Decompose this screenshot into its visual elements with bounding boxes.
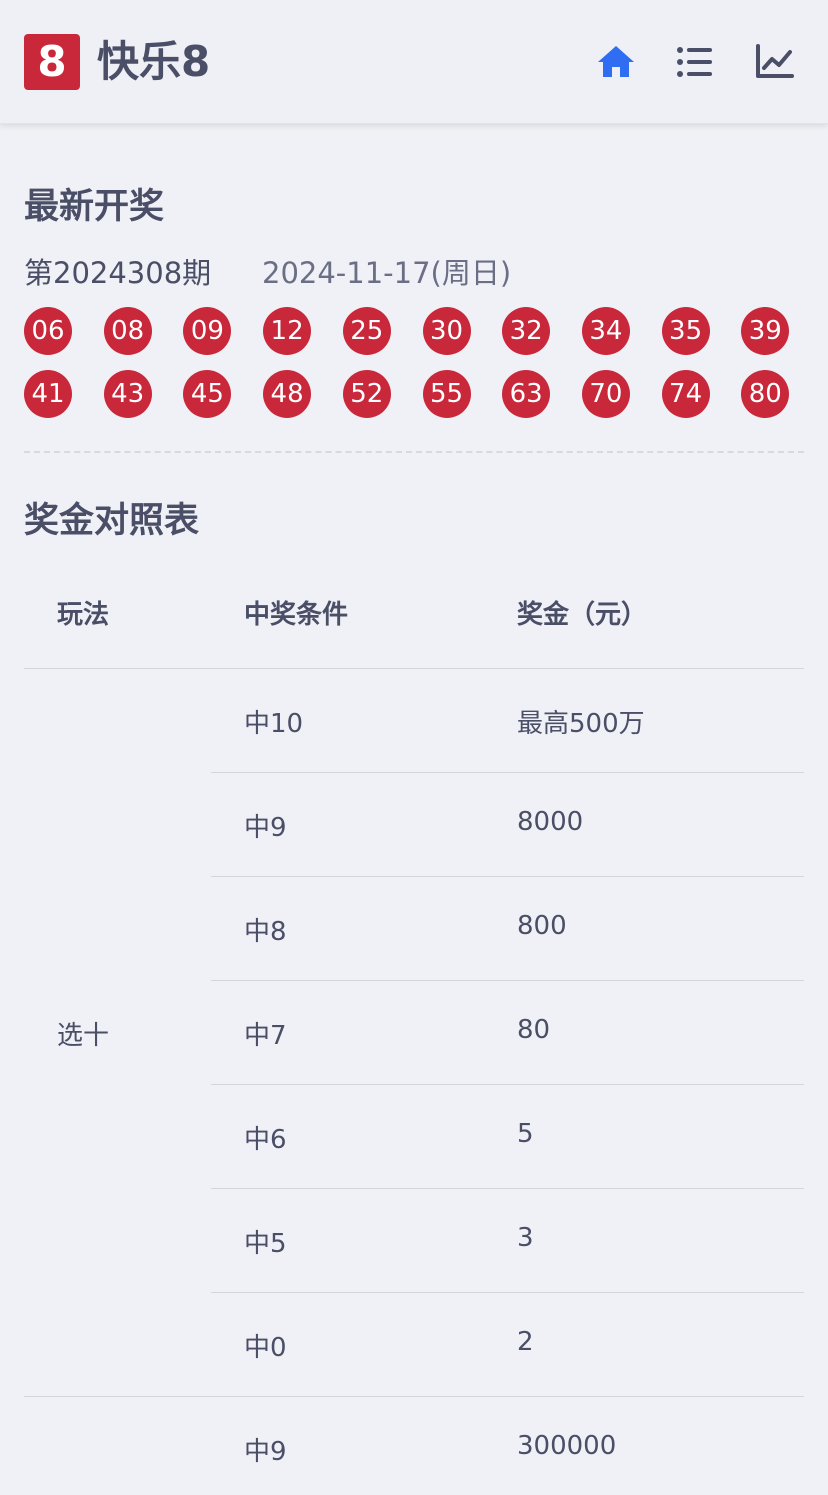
- number-ball: 09: [183, 307, 232, 355]
- list-icon[interactable]: [674, 42, 714, 82]
- home-icon[interactable]: [596, 42, 636, 82]
- row-divider: [211, 772, 804, 773]
- condition-cell: 中0: [244, 1333, 287, 1363]
- app-title: 快乐8: [97, 37, 211, 86]
- number-ball: 41: [24, 370, 72, 418]
- prize-cell: 8000: [517, 807, 584, 837]
- number-ball: 06: [24, 307, 72, 355]
- number-ball: 48: [263, 370, 312, 418]
- condition-cell: 中5: [244, 1229, 287, 1259]
- number-ball: 34: [581, 307, 630, 355]
- chart-icon[interactable]: [754, 42, 794, 82]
- row-divider: [24, 1396, 804, 1397]
- row-divider: [211, 1188, 804, 1189]
- issue-number: 第2024308期: [24, 256, 212, 290]
- condition-cell: 中8: [244, 917, 287, 947]
- number-ball: 35: [661, 307, 710, 355]
- prize-cell: 300000: [517, 1431, 617, 1461]
- app-header: 8 快乐8: [0, 0, 828, 124]
- prize-cell: 80: [517, 1015, 551, 1045]
- prize-table-title: 奖金对照表: [24, 501, 200, 541]
- play-cell: 选十: [57, 1021, 110, 1051]
- header-prize: 奖金（元）: [517, 600, 648, 630]
- prize-cell: 3: [517, 1223, 534, 1253]
- number-ball: 25: [342, 307, 391, 355]
- number-ball: 12: [263, 307, 312, 355]
- number-ball: 39: [741, 307, 790, 355]
- condition-cell: 中7: [244, 1021, 287, 1051]
- number-ball: 70: [581, 370, 630, 418]
- prize-cell: 2: [517, 1327, 534, 1357]
- number-ball: 55: [422, 370, 471, 418]
- prize-cell: 最高500万: [517, 709, 645, 739]
- draw-date: 2024-11-17(周日): [262, 256, 512, 290]
- row-divider: [211, 1292, 804, 1293]
- row-divider: [24, 668, 804, 669]
- number-ball: 30: [422, 307, 471, 355]
- app-logo: 8: [24, 34, 80, 90]
- prize-cell: 5: [517, 1119, 534, 1149]
- number-ball: 80: [741, 370, 790, 418]
- condition-cell: 中9: [244, 1437, 287, 1467]
- header-condition: 中奖条件: [244, 600, 349, 630]
- latest-draw-title: 最新开奖: [24, 187, 165, 227]
- condition-cell: 中10: [244, 709, 304, 739]
- number-ball: 52: [342, 370, 391, 418]
- number-ball: 43: [103, 370, 152, 418]
- condition-cell: 中6: [244, 1125, 287, 1155]
- number-ball: 08: [103, 307, 152, 355]
- condition-cell: 中9: [244, 813, 287, 843]
- number-ball: 45: [183, 370, 232, 418]
- row-divider: [211, 876, 804, 877]
- row-divider: [211, 1084, 804, 1085]
- row-divider: [211, 980, 804, 981]
- header-play: 玩法: [57, 600, 110, 630]
- number-ball: 32: [502, 307, 551, 355]
- number-ball: 74: [661, 370, 710, 418]
- number-ball: 63: [502, 370, 551, 418]
- prize-cell: 800: [517, 911, 567, 941]
- divider: [24, 451, 804, 453]
